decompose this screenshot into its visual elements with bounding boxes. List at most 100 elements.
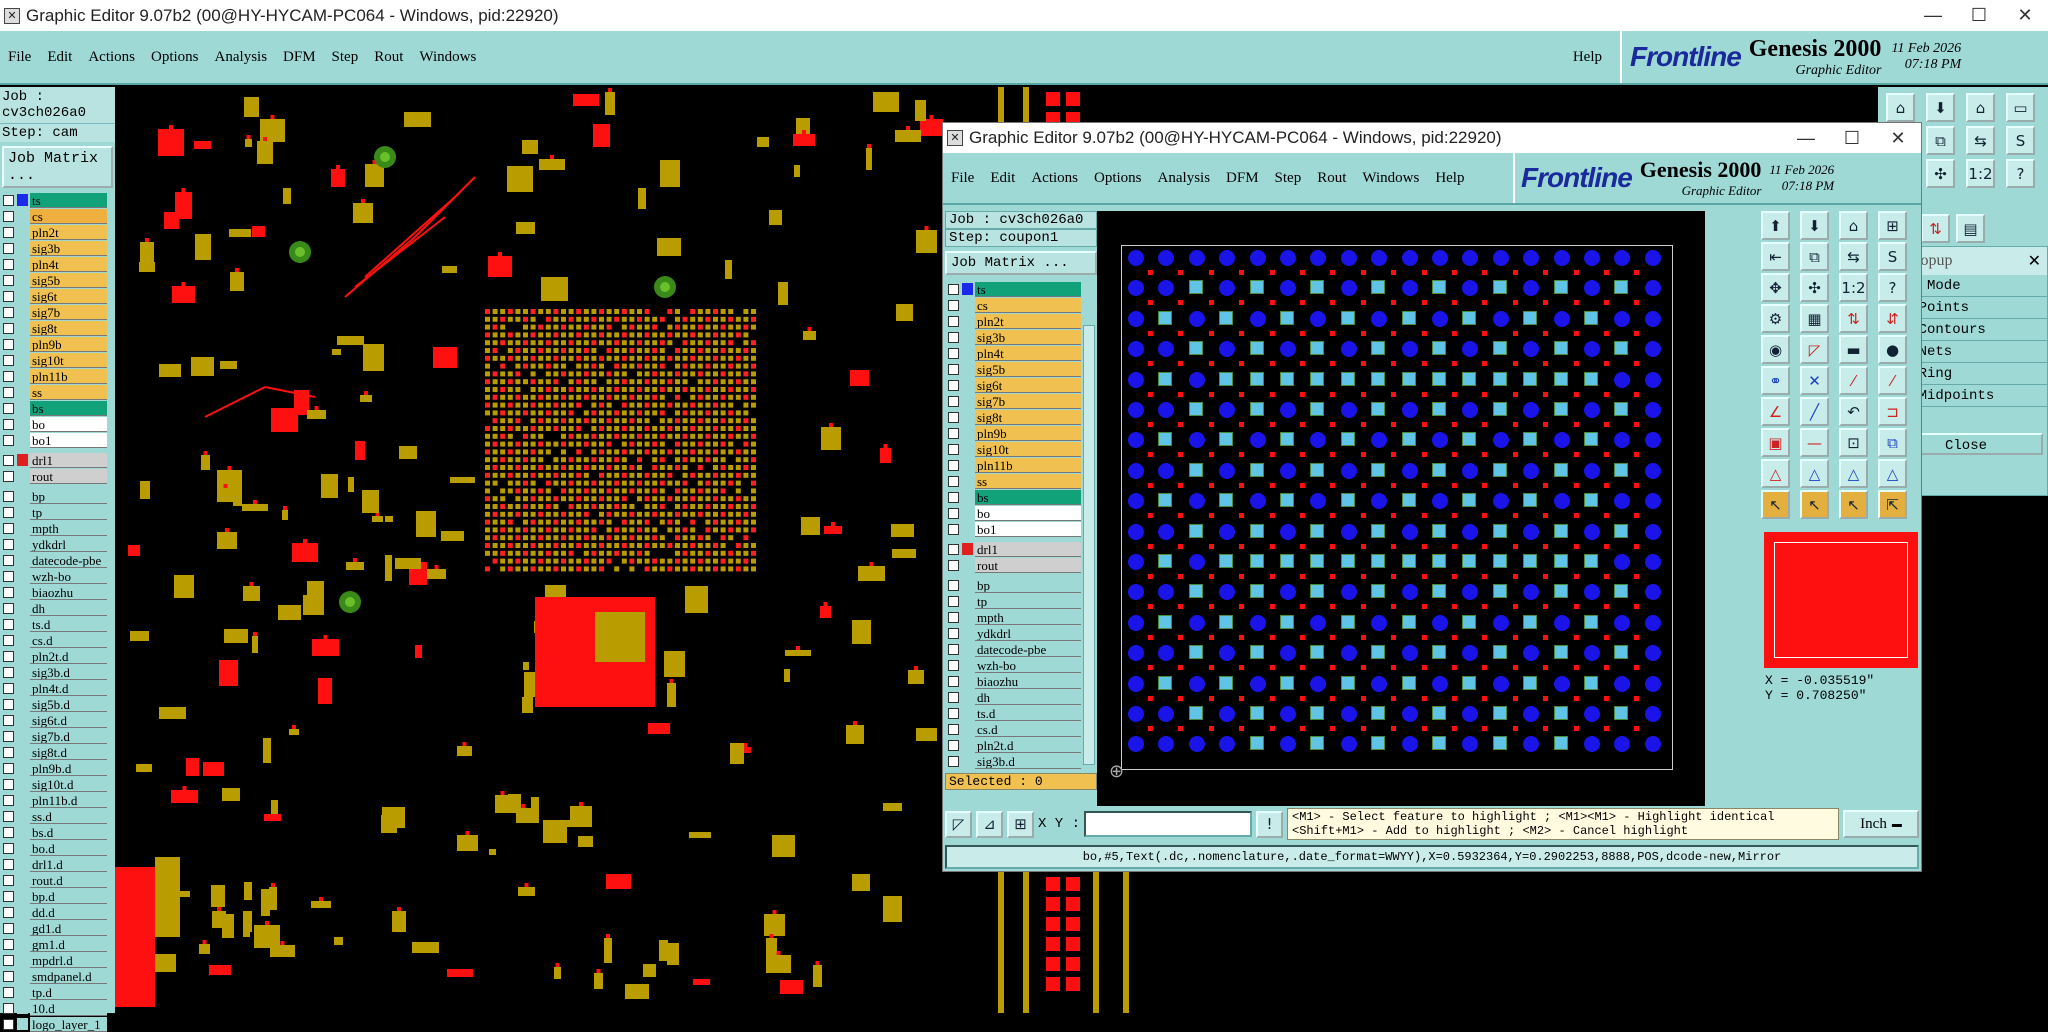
- second-layer-row[interactable]: tp: [945, 593, 1081, 609]
- second-layer-row[interactable]: sig10t: [945, 441, 1081, 457]
- layer-checkbox[interactable]: [948, 315, 959, 327]
- copy-icon[interactable]: ⧉: [1926, 126, 1955, 155]
- layer-checkbox[interactable]: [3, 470, 14, 482]
- layer-checkbox[interactable]: [948, 491, 959, 503]
- layer-checkbox[interactable]: [948, 611, 959, 623]
- layer-checkbox[interactable]: [948, 331, 959, 343]
- layer-checkbox[interactable]: [948, 559, 959, 571]
- main-menu-options[interactable]: Options: [143, 49, 207, 66]
- window-icon[interactable]: ▭: [2006, 93, 2035, 122]
- layer-checkbox[interactable]: [948, 659, 959, 671]
- second-menu-file[interactable]: File: [943, 170, 982, 187]
- second-layer-row[interactable]: sig6t: [945, 377, 1081, 393]
- layer-checkbox[interactable]: [3, 682, 14, 694]
- snap-tool-icon[interactable]: ⚙: [1761, 304, 1790, 333]
- ruler-tool-icon[interactable]: ▬: [1839, 335, 1868, 364]
- second-menu-options[interactable]: Options: [1086, 170, 1150, 187]
- select4-tool-icon[interactable]: ⇱: [1878, 490, 1907, 519]
- ratio-icon[interactable]: 1:2: [1966, 159, 1995, 188]
- layer-checkbox[interactable]: [948, 627, 959, 639]
- layer-checkbox[interactable]: [3, 634, 14, 646]
- layer-checkbox[interactable]: [3, 338, 14, 350]
- second-menu-actions[interactable]: Actions: [1023, 170, 1086, 187]
- main-layer-row[interactable]: pln9b.d: [0, 760, 107, 776]
- main-layer-row[interactable]: gd1.d: [0, 920, 107, 936]
- layer-checkbox[interactable]: [3, 826, 14, 838]
- main-layer-row[interactable]: rout: [0, 468, 107, 484]
- layer-checkbox[interactable]: [948, 379, 959, 391]
- overlap-tool-icon[interactable]: ⧉: [1878, 428, 1907, 457]
- second-layer-row[interactable]: dh: [945, 689, 1081, 705]
- layer-checkbox[interactable]: [3, 194, 14, 206]
- main-layer-row[interactable]: cs.d: [0, 632, 107, 648]
- second-layer-row[interactable]: bp: [945, 577, 1081, 593]
- main-layer-row[interactable]: sig6t: [0, 288, 107, 304]
- layer-checkbox[interactable]: [948, 283, 959, 295]
- second-layer-row[interactable]: mpth: [945, 609, 1081, 625]
- flip-icon[interactable]: ⇆: [1966, 126, 1995, 155]
- units-select[interactable]: Inch ▬: [1843, 810, 1919, 838]
- second-layer-row[interactable]: ts.d: [945, 705, 1081, 721]
- circle-tool-icon[interactable]: ●: [1878, 335, 1907, 364]
- layer-checkbox[interactable]: [3, 418, 14, 430]
- main-layer-row[interactable]: pln11b.d: [0, 792, 107, 808]
- layer-checkbox[interactable]: [3, 842, 14, 854]
- frame-tool-icon[interactable]: ⊡: [1839, 428, 1868, 457]
- layer-checkbox[interactable]: [3, 746, 14, 758]
- layer-checkbox[interactable]: [948, 755, 959, 767]
- second-layer-row[interactable]: ss: [945, 473, 1081, 489]
- triangle4-tool-icon[interactable]: △: [1878, 459, 1907, 488]
- second-layer-row[interactable]: ts: [945, 281, 1081, 297]
- house-icon[interactable]: ⌂: [1966, 93, 1995, 122]
- layer-checkbox[interactable]: [3, 874, 14, 886]
- main-layer-row[interactable]: drl1.d: [0, 856, 107, 872]
- second-close-icon[interactable]: ✕: [1875, 128, 1921, 149]
- main-layer-row[interactable]: mpdrl.d: [0, 952, 107, 968]
- second-layer-row[interactable]: pln11b: [945, 457, 1081, 473]
- layer-checkbox[interactable]: [3, 762, 14, 774]
- pan-icon[interactable]: ✣: [1926, 159, 1955, 188]
- layer-checkbox[interactable]: [3, 666, 14, 678]
- main-board-canvas[interactable]: [115, 87, 948, 1013]
- layer-checkbox[interactable]: [3, 290, 14, 302]
- copy-tool-icon[interactable]: ⧉: [1800, 242, 1829, 271]
- ratio-tool-icon[interactable]: 1:2: [1839, 273, 1868, 302]
- main-layer-row[interactable]: pln9b: [0, 336, 107, 352]
- angle-tool-icon[interactable]: ∠: [1761, 397, 1790, 426]
- download-icon[interactable]: ⬇: [1926, 93, 1955, 122]
- second-menu-edit[interactable]: Edit: [982, 170, 1023, 187]
- triangle2-tool-icon[interactable]: △: [1800, 459, 1829, 488]
- main-menu-file[interactable]: File: [0, 49, 39, 66]
- second-maximize-icon[interactable]: ☐: [1829, 128, 1875, 149]
- panel-icon[interactable]: ▤: [1956, 214, 1985, 243]
- main-layer-row[interactable]: bo1: [0, 432, 107, 448]
- main-job-matrix-button[interactable]: Job Matrix ...: [2, 146, 113, 188]
- second-layer-row[interactable]: sig3b: [945, 329, 1081, 345]
- line-tool-icon[interactable]: ⁄: [1839, 366, 1868, 395]
- main-layer-row[interactable]: rout.d: [0, 872, 107, 888]
- layer-checkbox[interactable]: [948, 459, 959, 471]
- main-layer-row[interactable]: gm1.d: [0, 936, 107, 952]
- home-icon[interactable]: ⌂: [1886, 93, 1915, 122]
- layer-checkbox[interactable]: [3, 1018, 14, 1030]
- layer-checkbox[interactable]: [948, 543, 959, 555]
- second-menu-help[interactable]: Help: [1427, 170, 1472, 187]
- main-layer-row[interactable]: sig5b.d: [0, 696, 107, 712]
- layer-checkbox[interactable]: [3, 274, 14, 286]
- help-tool-icon[interactable]: ?: [1878, 273, 1907, 302]
- main-layer-row[interactable]: sig10t.d: [0, 776, 107, 792]
- layer-checkbox[interactable]: [3, 858, 14, 870]
- second-layer-row[interactable]: biaozhu: [945, 673, 1081, 689]
- layer-checkbox[interactable]: [3, 258, 14, 270]
- main-layer-row[interactable]: bs.d: [0, 824, 107, 840]
- layer-checkbox[interactable]: [948, 595, 959, 607]
- main-layer-row[interactable]: pln2t: [0, 224, 107, 240]
- layer-checkbox[interactable]: [3, 730, 14, 742]
- pad-tool-icon[interactable]: ▣: [1761, 428, 1790, 457]
- layer-checkbox[interactable]: [3, 810, 14, 822]
- main-help-menu[interactable]: Help: [1565, 49, 1610, 66]
- main-menu-windows[interactable]: Windows: [411, 49, 484, 66]
- layer-checkbox[interactable]: [3, 522, 14, 534]
- zoom-in-tool-icon[interactable]: ⇤: [1761, 242, 1790, 271]
- layer-checkbox[interactable]: [3, 938, 14, 950]
